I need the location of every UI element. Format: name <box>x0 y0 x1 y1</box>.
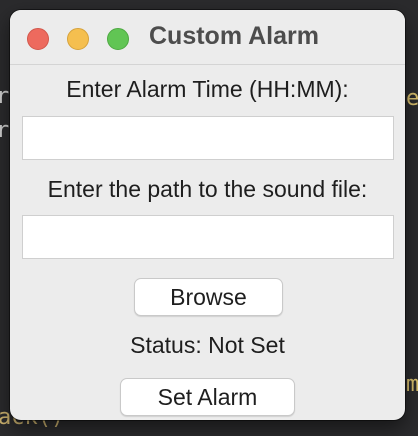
code-fragment-edge-left-2: r <box>0 118 10 143</box>
alarm-time-input[interactable] <box>22 116 394 160</box>
browse-button[interactable]: Browse <box>134 278 283 316</box>
sound-path-label: Enter the path to the sound file: <box>47 176 368 202</box>
alarm-time-label: Enter Alarm Time (HH:MM): <box>66 76 349 102</box>
window-title: Custom Alarm <box>149 22 319 50</box>
code-fragment-edge-right-2: m <box>406 372 418 397</box>
code-fragment-edge-left: r <box>0 84 10 109</box>
title-bar[interactable]: Custom Alarm <box>10 10 405 65</box>
close-window-button[interactable] <box>27 28 49 50</box>
custom-alarm-window: Custom Alarm Enter Alarm Time (HH:MM): E… <box>10 10 405 420</box>
sound-path-input[interactable] <box>22 215 394 259</box>
minimize-window-button[interactable] <box>67 28 89 50</box>
set-alarm-button[interactable]: Set Alarm <box>120 378 295 416</box>
status-label: Status: Not Set <box>130 332 285 358</box>
code-fragment-edge-right: e <box>406 86 418 111</box>
maximize-window-button[interactable] <box>107 28 129 50</box>
